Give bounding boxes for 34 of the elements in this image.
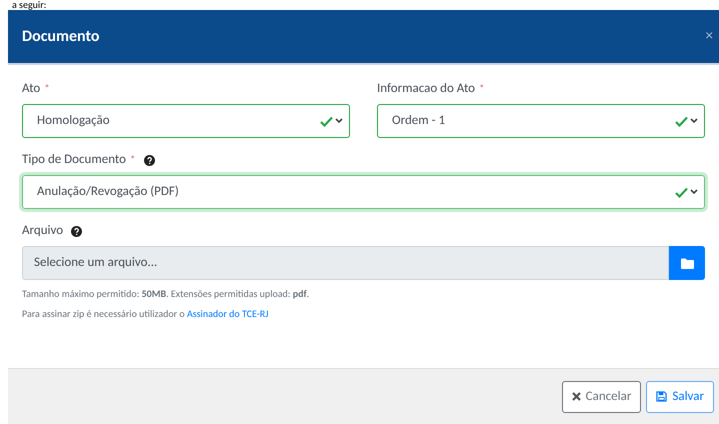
file-field[interactable]: Selecione um arquivo... bbox=[22, 246, 669, 280]
save-button[interactable]: Salvar bbox=[646, 380, 714, 412]
select-value: Homologação bbox=[37, 112, 111, 130]
caret-icon bbox=[690, 189, 698, 195]
select-field[interactable]: Homologação bbox=[22, 104, 350, 138]
sign-hint: Para assinar zip é necessário utilizador o Assinador do TCE-RJ bbox=[22, 306, 270, 321]
upload-hint: Tamanho máximo permitido: 50MB. Extensões permitidas upload: pdf. bbox=[22, 286, 310, 301]
x-icon bbox=[572, 392, 581, 401]
select-value: Anulação/Revogação (PDF) bbox=[37, 183, 180, 202]
check-icon bbox=[675, 116, 688, 126]
check-icon bbox=[320, 116, 333, 126]
field-label: Arquivo bbox=[22, 222, 64, 240]
cancel-button[interactable]: Cancelar bbox=[562, 380, 642, 412]
required-mark: * bbox=[130, 152, 136, 168]
page-text: a seguir: bbox=[12, 0, 46, 10]
file-placeholder: Selecione um arquivo... bbox=[34, 254, 158, 272]
select-field[interactable]: Anulação/Revogação (PDF) bbox=[22, 175, 705, 209]
folder-icon bbox=[680, 258, 694, 268]
field-label: Informacao do Ato bbox=[377, 80, 476, 98]
help-icon bbox=[144, 154, 154, 166]
caret-icon bbox=[690, 118, 698, 124]
close-button[interactable]: × bbox=[706, 29, 713, 44]
check-icon bbox=[675, 186, 688, 198]
required-mark: * bbox=[44, 81, 50, 97]
caret-icon bbox=[335, 118, 343, 124]
browse-button[interactable] bbox=[669, 246, 705, 280]
field-label: Tipo de Documento bbox=[22, 151, 126, 170]
dialog-title: Documento bbox=[22, 26, 100, 48]
select-value: Ordem - 1 bbox=[392, 112, 446, 130]
help-icon bbox=[71, 226, 82, 236]
required-mark: * bbox=[479, 81, 485, 97]
field-label: Ato bbox=[22, 80, 40, 98]
select-field[interactable]: Ordem - 1 bbox=[377, 104, 705, 138]
signer-link[interactable]: Assinador do TCE-RJ bbox=[186, 307, 268, 320]
